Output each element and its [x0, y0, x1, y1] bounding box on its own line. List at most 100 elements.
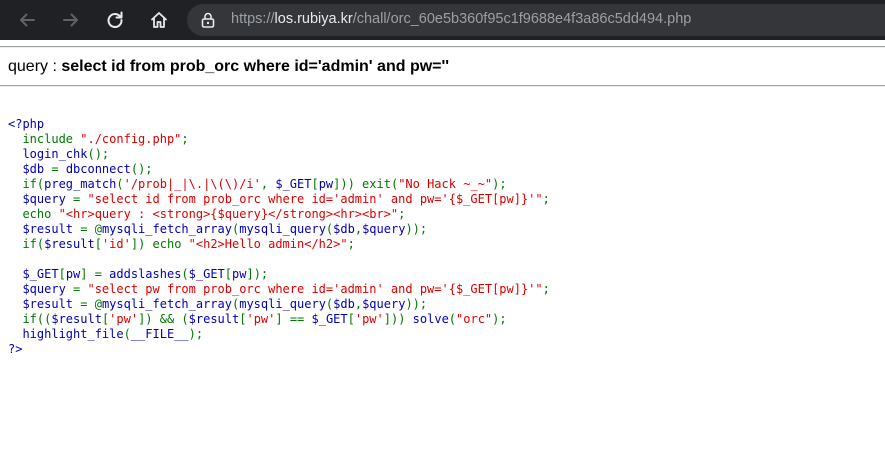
- code-token: ]);: [246, 267, 269, 281]
- home-button[interactable]: [144, 5, 174, 35]
- code-token: "select pw from prob_orc where id='admin…: [87, 282, 543, 296]
- code-token: "./config.php": [80, 132, 182, 146]
- code-token: = @: [80, 297, 102, 311]
- code-token: $db: [333, 222, 355, 236]
- code-token: = @: [80, 222, 102, 236]
- code-token: include: [8, 132, 81, 146]
- code-token: mysqli_query: [239, 297, 326, 311]
- code-token: pw: [318, 177, 334, 191]
- code-token: <?php: [8, 117, 45, 131]
- code-token: (: [181, 267, 189, 281]
- code-token: $query: [8, 282, 74, 296]
- code-token: $query: [8, 192, 74, 206]
- code-token: if(: [8, 177, 45, 191]
- back-arrow-icon: [20, 13, 35, 27]
- url-path: /chall/orc_60e5b360f95c1f9688e4f3a86c5dd…: [352, 11, 692, 27]
- code-token: =: [73, 282, 88, 296]
- code-token: addslashes: [109, 267, 182, 281]
- code-token: [: [94, 237, 102, 251]
- code-token: ])) exit(: [333, 177, 399, 191]
- code-token: ;: [347, 237, 355, 251]
- code-token: );: [492, 177, 507, 191]
- code-line: echo "<hr>query : <strong>{$query}</stro…: [8, 207, 405, 221]
- reload-button[interactable]: [100, 5, 130, 35]
- forward-button[interactable]: [56, 5, 86, 35]
- code-token: $query: [362, 297, 406, 311]
- code-token: );: [188, 327, 204, 341]
- code-token: ;: [542, 282, 550, 296]
- code-token: $result: [8, 222, 81, 236]
- code-token: );: [492, 312, 507, 326]
- code-token: mysqli_fetch_array: [101, 297, 232, 311]
- code-token: [: [224, 267, 233, 281]
- code-token: $db: [333, 297, 355, 311]
- code-token: ,: [354, 222, 363, 236]
- code-token: echo: [8, 207, 59, 221]
- code-line: <?php: [8, 117, 44, 131]
- code-token: $result: [8, 297, 81, 311]
- code-token: 'pw': [109, 312, 139, 326]
- code-line: ?>: [8, 342, 22, 356]
- url-scheme: https://: [231, 11, 275, 27]
- reload-icon: [107, 11, 123, 28]
- lock-icon: [201, 12, 215, 28]
- code-token: =: [73, 192, 88, 206]
- code-token: "orc": [456, 312, 493, 326]
- code-line: if($result['id']) echo "<h2>Hello admin<…: [8, 237, 355, 251]
- code-token: pw: [232, 267, 247, 281]
- code-token: $result: [51, 312, 102, 326]
- code-token: $db: [8, 162, 52, 176]
- code-token: ])): [383, 312, 413, 326]
- code-token: (: [116, 177, 124, 191]
- code-token: 'id': [101, 237, 131, 251]
- divider: [0, 46, 885, 48]
- code-token: $_GET: [8, 267, 59, 281]
- code-line: if(($result['pw']) && ($result['pw'] == …: [8, 312, 507, 326]
- code-token: $_GET: [188, 267, 225, 281]
- code-line: login_chk();: [8, 147, 109, 161]
- code-line: include "./config.php";: [8, 132, 189, 146]
- page-content: query : select id from prob_orc where id…: [0, 40, 885, 471]
- php-source-code: <?php include "./config.php"; login_chk(…: [8, 117, 550, 357]
- code-token: (: [123, 327, 131, 341]
- code-token: "select id from prob_orc where id='admin…: [87, 192, 543, 206]
- code-token: if(: [8, 237, 45, 251]
- code-token: ] ==: [275, 312, 312, 326]
- code-token: solve: [412, 312, 449, 326]
- code-token: __FILE__: [130, 327, 189, 341]
- code-token: ;: [542, 192, 550, 206]
- back-button[interactable]: [12, 5, 42, 35]
- code-token: if((: [8, 312, 52, 326]
- code-token: 'pw': [246, 312, 276, 326]
- code-token: =: [51, 162, 66, 176]
- code-token: mysqli_fetch_array: [101, 222, 232, 236]
- code-token: mysqli_query: [239, 222, 326, 236]
- url-text[interactable]: https://los.rubiya.kr/chall/orc_60e5b360…: [231, 11, 691, 27]
- code-token: login_chk: [8, 147, 88, 161]
- code-token: ();: [130, 162, 153, 176]
- code-line: $result = @mysqli_fetch_array(mysqli_que…: [8, 222, 427, 236]
- code-line: highlight_file(__FILE__);: [8, 327, 203, 341]
- code-token: "<h2>Hello admin</h2>": [188, 237, 348, 251]
- query-text: select id from prob_orc where id='admin'…: [61, 58, 450, 75]
- code-token: $result: [188, 312, 240, 326]
- browser-toolbar: https://los.rubiya.kr/chall/orc_60e5b360…: [0, 0, 885, 40]
- address-bar[interactable]: https://los.rubiya.kr/chall/orc_60e5b360…: [187, 4, 885, 36]
- code-line: $db = dbconnect();: [8, 162, 153, 176]
- code-token: ;: [398, 207, 406, 221]
- code-token: ));: [405, 222, 428, 236]
- code-token: $_GET: [275, 177, 312, 191]
- code-line: $query = "select id from prob_orc where …: [8, 192, 550, 206]
- code-token: (: [448, 312, 457, 326]
- code-token: ;: [181, 132, 189, 146]
- query-output: query : select id from prob_orc where id…: [8, 58, 449, 76]
- code-token: pw: [65, 267, 81, 281]
- code-line: $query = "select pw from prob_orc where …: [8, 282, 550, 296]
- code-token: [: [311, 177, 319, 191]
- code-token: highlight_file: [8, 327, 124, 341]
- code-token: preg_match: [44, 177, 117, 191]
- code-token: ));: [405, 297, 428, 311]
- code-token: $_GET: [311, 312, 348, 326]
- code-token: ]) && (: [138, 312, 189, 326]
- code-token: ]) echo: [130, 237, 189, 251]
